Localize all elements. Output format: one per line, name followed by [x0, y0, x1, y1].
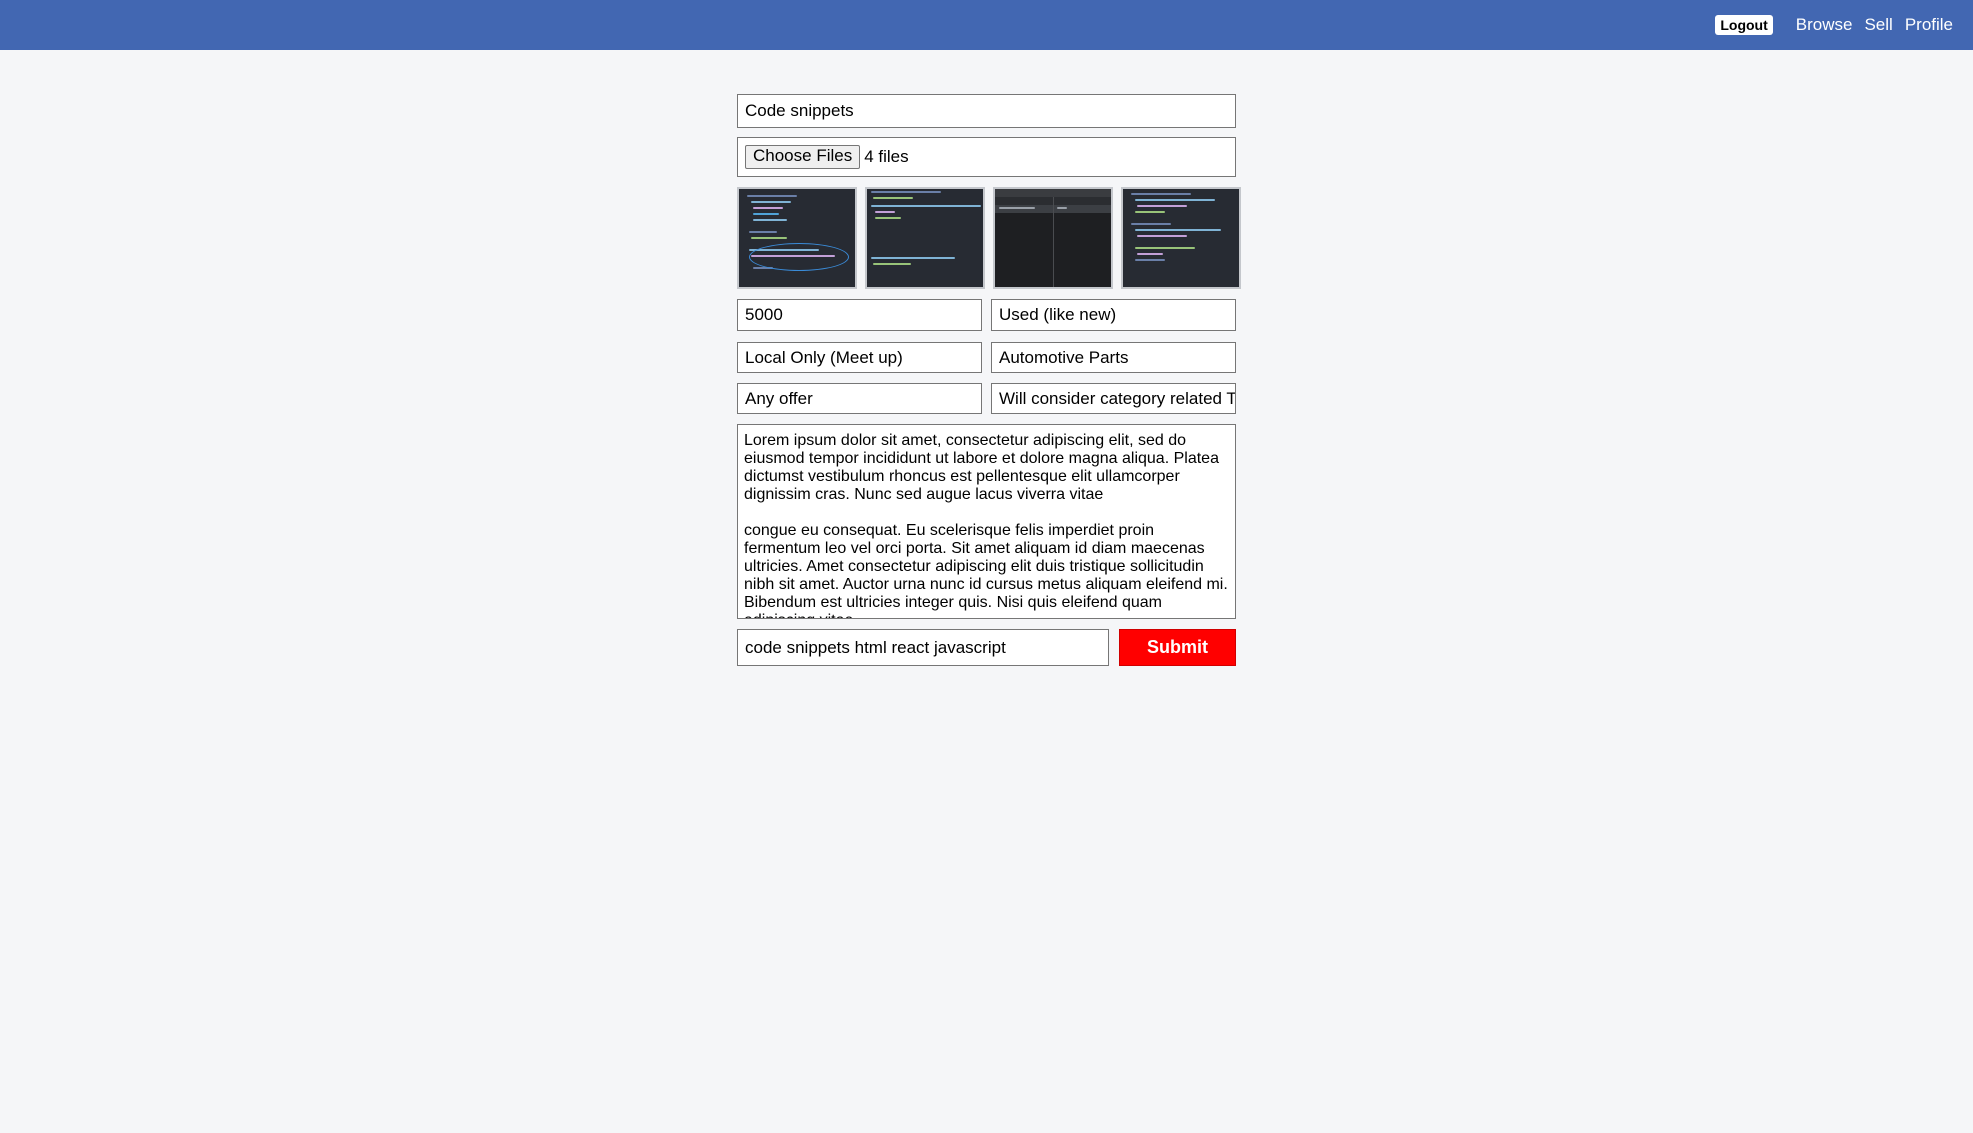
shipping-input[interactable]: Local Only (Meet up) — [737, 342, 982, 373]
nav-link-browse[interactable]: Browse — [1796, 15, 1853, 35]
image-thumbnail[interactable] — [993, 187, 1113, 289]
nav-link-sell[interactable]: Sell — [1864, 15, 1892, 35]
file-input[interactable]: Choose Files 4 files — [737, 137, 1236, 177]
price-input[interactable]: 5000 — [737, 299, 982, 331]
image-previews — [737, 187, 1241, 289]
image-thumbnail[interactable] — [1121, 187, 1241, 289]
tags-input[interactable]: code snippets html react javascript — [737, 629, 1109, 666]
file-count-label: 4 files — [864, 147, 909, 166]
image-thumbnail[interactable] — [865, 187, 985, 289]
logout-button[interactable]: Logout — [1715, 15, 1773, 35]
offer-input[interactable]: Any offer — [737, 383, 982, 414]
image-thumbnail[interactable] — [737, 187, 857, 289]
top-navbar: Logout Browse Sell Profile — [0, 0, 1973, 50]
choose-files-button[interactable]: Choose Files — [745, 145, 861, 169]
submit-button[interactable]: Submit — [1119, 629, 1236, 666]
description-textarea[interactable]: Lorem ipsum dolor sit amet, consectetur … — [737, 424, 1236, 619]
category-input[interactable]: Automotive Parts — [991, 342, 1236, 373]
trade-input[interactable]: Will consider category related Trades — [991, 383, 1236, 414]
title-input[interactable]: Code snippets — [737, 94, 1236, 128]
nav-link-profile[interactable]: Profile — [1905, 15, 1953, 35]
condition-input[interactable]: Used (like new) — [991, 299, 1236, 331]
